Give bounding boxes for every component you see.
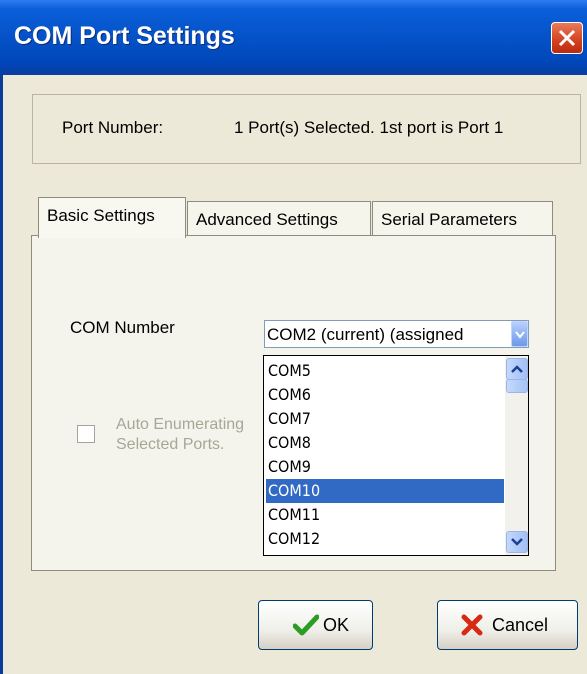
- list-item[interactable]: COM12: [266, 527, 504, 551]
- tab-label: Basic Settings: [47, 206, 155, 225]
- ok-label: OK: [323, 615, 350, 635]
- close-icon: [558, 29, 576, 47]
- scroll-down-button[interactable]: [506, 531, 528, 553]
- list-item[interactable]: COM7: [266, 407, 504, 431]
- window-frame: [0, 75, 3, 674]
- chevron-up-icon: [511, 365, 523, 373]
- port-number-value: 1 Port(s) Selected. 1st port is Port 1: [234, 118, 504, 137]
- list-item-selected[interactable]: COM10: [266, 479, 504, 503]
- list-scrollbar[interactable]: [505, 356, 528, 555]
- list-item[interactable]: COM5: [266, 359, 504, 383]
- list-item[interactable]: COM6: [266, 383, 504, 407]
- tab-basic-settings[interactable]: Basic Settings: [38, 197, 186, 238]
- list-item[interactable]: COM11: [266, 503, 504, 527]
- tab-serial-parameters[interactable]: Serial Parameters: [372, 201, 553, 235]
- cancel-button[interactable]: Cancel: [437, 600, 578, 650]
- com-number-label: COM Number: [70, 318, 175, 337]
- ok-button[interactable]: OK: [258, 600, 373, 650]
- auto-enumerating-line1: Auto Enumerating: [116, 416, 245, 433]
- list-item[interactable]: COM8: [266, 431, 504, 455]
- red-x-icon: [461, 614, 483, 636]
- tab-label: Serial Parameters: [381, 210, 518, 229]
- scroll-thumb[interactable]: [506, 379, 528, 393]
- com-number-dropdown-list[interactable]: COM5 COM6 COM7 COM8 COM9 COM10 COM11 COM…: [263, 355, 529, 556]
- window-title: COM Port Settings: [14, 22, 235, 50]
- scroll-up-button[interactable]: [506, 358, 528, 380]
- auto-enumerating-line2: Selected Ports.: [116, 436, 225, 453]
- auto-enumerating-label: Auto Enumerating Selected Ports.: [116, 415, 264, 455]
- com-number-value: COM2 (current) (assigned: [267, 325, 464, 344]
- checkmark-icon: [293, 614, 319, 636]
- com-port-settings-dialog: COM Port Settings Port Number: 1 Port(s)…: [0, 0, 587, 674]
- chevron-down-icon: [511, 538, 523, 546]
- close-button[interactable]: [551, 22, 583, 54]
- title-bar[interactable]: COM Port Settings: [0, 0, 587, 75]
- auto-enumerating-checkbox[interactable]: [77, 425, 95, 443]
- cancel-label: Cancel: [492, 615, 549, 635]
- tab-advanced-settings[interactable]: Advanced Settings: [187, 201, 371, 235]
- list-item[interactable]: COM9: [266, 455, 504, 479]
- combobox-dropdown-button[interactable]: [511, 321, 528, 347]
- port-number-label: Port Number:: [62, 118, 164, 137]
- tab-label: Advanced Settings: [196, 210, 338, 229]
- chevron-down-icon: [515, 331, 525, 339]
